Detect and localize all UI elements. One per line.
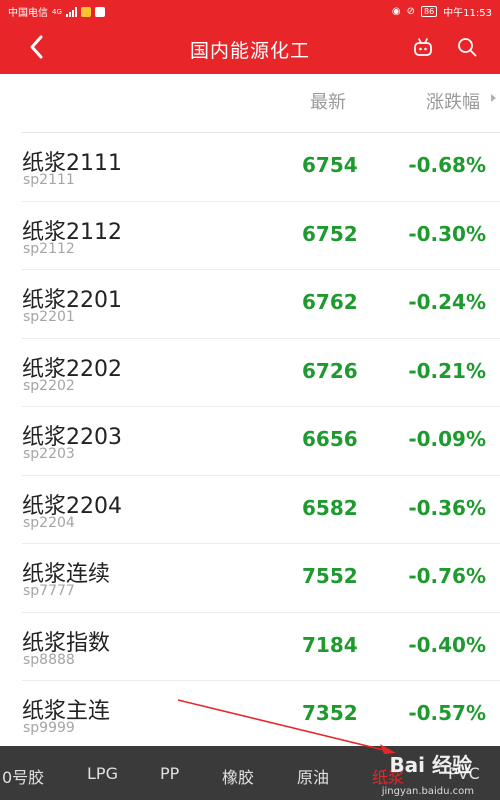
- latest-price: 6754: [302, 153, 358, 177]
- quote-row[interactable]: 纸浆2202 sp2202 6726 -0.21%: [22, 339, 500, 407]
- change-percent: -0.76%: [408, 564, 486, 588]
- watermark-logo: Bai 经验: [389, 753, 472, 777]
- signal-icon: [65, 6, 77, 17]
- quote-row[interactable]: 纸浆2201 sp2201 6762 -0.24%: [22, 270, 500, 339]
- latest-price: 6752: [302, 221, 358, 246]
- contract-code: sp7777: [23, 583, 75, 599]
- contract-code: sp2111: [23, 172, 75, 188]
- quote-list: 纸浆2111 sp2111 6754 -0.68% 纸浆2112 sp2112 …: [0, 133, 500, 750]
- tab-rubber[interactable]: 橡胶: [222, 764, 254, 788]
- mute-icon: ⊘: [406, 6, 415, 17]
- contract-code: sp2204: [23, 514, 75, 531]
- app-notification-icon: [80, 6, 91, 17]
- clock-label: 中午11:53: [443, 8, 492, 19]
- change-percent: -0.36%: [408, 495, 486, 520]
- change-percent: -0.40%: [408, 632, 486, 657]
- watermark-url: jingyan.baidu.com: [381, 786, 474, 797]
- latest-price: 7552: [302, 564, 358, 588]
- quote-row[interactable]: 纸浆2112 sp2112 6752 -0.30%: [22, 202, 500, 270]
- tab-crude-oil[interactable]: 原油: [297, 764, 329, 788]
- contract-code: sp9999: [23, 720, 75, 736]
- column-change[interactable]: 涨跌幅: [426, 88, 480, 114]
- status-bar: 中国电信 4G ◉ ⊘ 86 中午11:53: [0, 0, 500, 22]
- change-percent: -0.09%: [408, 427, 486, 451]
- quote-row[interactable]: 纸浆主连 sp9999 7352 -0.57%: [22, 681, 500, 750]
- latest-price: 7184: [302, 632, 358, 657]
- change-percent: -0.57%: [408, 701, 486, 725]
- quote-row[interactable]: 纸浆2203 sp2203 6656 -0.09%: [22, 407, 500, 476]
- quote-row[interactable]: 纸浆连续 sp7777 7552 -0.76%: [22, 544, 500, 613]
- column-latest[interactable]: 最新: [310, 88, 346, 114]
- robot-icon[interactable]: [412, 36, 434, 58]
- quote-row[interactable]: 纸浆2204 sp2204 6582 -0.36%: [22, 476, 500, 544]
- change-percent: -0.21%: [408, 358, 486, 383]
- latest-price: 6656: [302, 427, 358, 451]
- contract-code: sp2203: [23, 446, 75, 462]
- latest-price: 6726: [302, 358, 358, 383]
- column-header: 最新 涨跌幅: [0, 74, 500, 124]
- contract-code: sp2201: [23, 309, 75, 325]
- tab-lpg[interactable]: LPG: [87, 764, 118, 783]
- search-icon[interactable]: [456, 36, 478, 58]
- latest-price: 6582: [302, 495, 358, 520]
- quote-row[interactable]: 纸浆指数 sp8888 7184 -0.40%: [22, 613, 500, 681]
- latest-price: 6762: [302, 290, 358, 314]
- contract-code: sp8888: [23, 651, 75, 668]
- quote-row[interactable]: 纸浆2111 sp2111 6754 -0.68%: [22, 133, 500, 202]
- app-notification-icon: [94, 6, 105, 17]
- change-percent: -0.24%: [408, 290, 486, 314]
- change-percent: -0.68%: [408, 153, 486, 177]
- eye-icon: ◉: [391, 6, 401, 17]
- network-label: 4G: [52, 7, 62, 16]
- change-percent: -0.30%: [408, 221, 486, 246]
- latest-price: 7352: [302, 701, 358, 725]
- carrier-label: 中国电信: [8, 8, 48, 19]
- sort-arrow-icon[interactable]: [491, 94, 496, 102]
- contract-code: sp2112: [23, 240, 75, 257]
- tab-rubber-no20[interactable]: 0号胶: [2, 764, 44, 788]
- tab-pp[interactable]: PP: [160, 764, 179, 783]
- bottom-tab-bar: 0号胶 LPG PP 橡胶 原油 纸浆 PVC Bai 经验 jingyan.b…: [0, 746, 500, 800]
- nav-bar: 国内能源化工: [0, 22, 500, 74]
- battery-icon: 86: [420, 6, 438, 17]
- contract-code: sp2202: [23, 377, 75, 394]
